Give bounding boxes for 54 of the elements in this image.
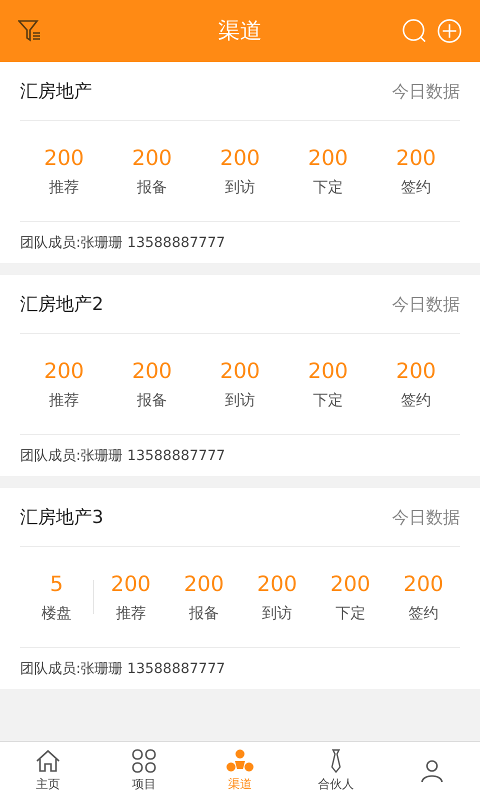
stat-label: 推荐 [49, 178, 79, 196]
stat-value: 200 [44, 146, 84, 170]
company-name: 汇房地产2 [20, 293, 104, 316]
person-icon [420, 759, 444, 783]
channel-card[interactable]: 汇房地产2 今日数据 200 推荐 200 报备 200 到访 200 下定 200 签约 团队成员:张珊珊 13588887777 [0, 275, 480, 476]
stat-value: 5 [50, 572, 64, 596]
stat-label: 签约 [408, 604, 438, 622]
stat-value: 200 [396, 358, 436, 382]
stat-value: 200 [220, 146, 260, 170]
nav-tab[interactable]: 项目 [96, 742, 192, 800]
today-data-label: 今日数据 [392, 294, 460, 316]
stat-value: 200 [132, 358, 172, 382]
stat-value: 200 [110, 572, 151, 596]
stat-label: 推荐 [49, 390, 79, 410]
stat-value: 200 [308, 358, 348, 382]
company-name: 汇房地产3 [20, 506, 104, 529]
stat-label: 到访 [225, 178, 255, 196]
stat-value: 200 [132, 146, 172, 170]
stat-value: 200 [257, 572, 298, 596]
stat-label: 报备 [188, 604, 219, 622]
stat-value: 200 [308, 146, 348, 170]
stat-value: 200 [403, 572, 444, 596]
nav-tab[interactable]: 合伙人 [288, 742, 384, 800]
stat-label: 到访 [262, 604, 292, 622]
stat-value: 200 [396, 146, 436, 170]
nav-tab[interactable]: 主页 [0, 742, 96, 800]
team-members-text: 团队成员:张珊珊 13588887777 [20, 234, 226, 252]
grid-icon [131, 749, 157, 773]
stat-label: 推荐 [116, 604, 146, 622]
stat-value: 200 [44, 358, 84, 382]
stat-label: 下定 [313, 178, 343, 196]
stat-label: 签约 [401, 390, 431, 410]
search-icon[interactable] [402, 18, 427, 44]
team-members-text: 团队成员:张珊珊 13588887777 [20, 660, 226, 678]
stat-label: 下定 [313, 390, 343, 410]
channel-card[interactable]: 汇房地产3 今日数据 5 楼盘 200 推荐 200 报备 200 到访 200 下定 200 签约 团队成员:张珊珊 13588887777 [0, 488, 480, 689]
stat-label: 签约 [401, 178, 431, 196]
stat-value: 200 [184, 572, 224, 596]
stat-label: 报备 [137, 390, 167, 410]
team-members-text: 团队成员:张珊珊 13588887777 [20, 446, 226, 464]
stat-label: 到访 [225, 390, 255, 410]
stat-label: 报备 [137, 178, 167, 196]
today-data-label: 今日数据 [392, 506, 460, 528]
add-icon[interactable] [437, 18, 462, 44]
stat-value: 200 [330, 572, 370, 596]
people-icon [226, 749, 254, 773]
stat-value: 200 [220, 358, 260, 382]
channel-card[interactable]: 汇房地产 今日数据 200 推荐 200 报备 200 到访 200 下定 200 签约 团队成员:张珊珊 13588887777 [0, 62, 480, 263]
stat-label: 楼盘 [42, 604, 72, 622]
stat-label: 下定 [335, 604, 366, 622]
company-name: 汇房地产 [20, 80, 92, 103]
home-icon [34, 749, 62, 773]
today-data-label: 今日数据 [392, 80, 460, 102]
page-title: 渠道 [217, 18, 263, 46]
